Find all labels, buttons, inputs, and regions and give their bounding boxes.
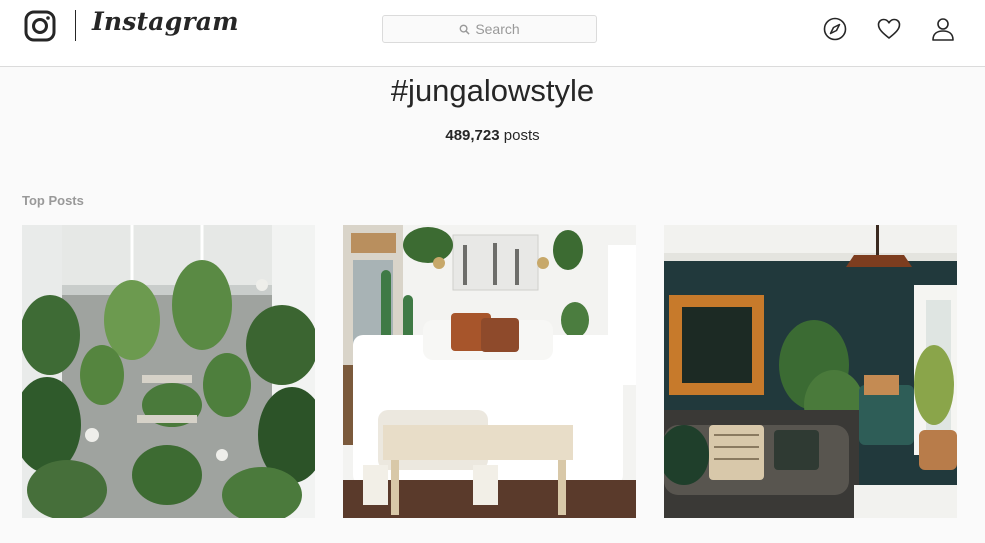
user-icon[interactable] — [931, 17, 955, 41]
search-icon — [459, 24, 470, 35]
top-nav-bar: Instagram Search — [0, 0, 985, 67]
post-count-label: posts — [503, 127, 540, 144]
teal-living-room-photo — [664, 225, 957, 518]
white-bedroom-photo — [343, 225, 636, 518]
heart-icon[interactable] — [877, 17, 901, 41]
greenhouse-plants-photo — [22, 225, 315, 518]
post-count: 489,723 posts — [0, 127, 985, 144]
post-thumbnail-living-room[interactable] — [664, 225, 957, 518]
post-thumbnail-greenhouse[interactable] — [22, 225, 315, 518]
top-posts-label: Top Posts — [22, 193, 84, 208]
instagram-glyph-icon[interactable] — [24, 10, 56, 42]
compass-icon[interactable] — [823, 17, 847, 41]
post-thumbnail-bedroom[interactable] — [343, 225, 636, 518]
search-input[interactable]: Search — [382, 15, 597, 43]
logo-divider — [75, 10, 76, 41]
search-placeholder: Search — [475, 21, 520, 37]
hashtag-title: #jungalowstyle — [390, 73, 595, 108]
instagram-wordmark[interactable]: Instagram — [92, 7, 239, 36]
post-count-number: 489,723 — [445, 127, 500, 144]
